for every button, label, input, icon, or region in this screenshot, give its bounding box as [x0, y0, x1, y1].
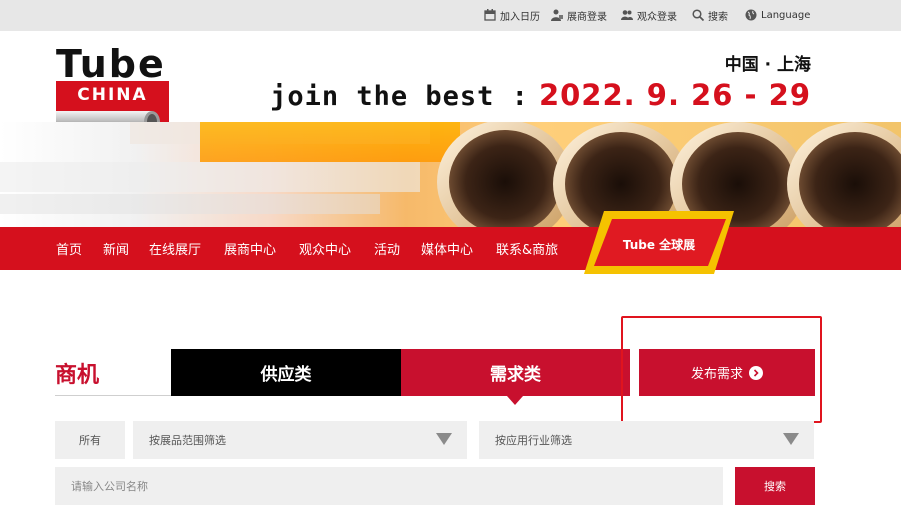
visitor-users-icon [621, 10, 633, 20]
calendar-label: 加入日历 [500, 11, 540, 23]
caret-down-icon [783, 433, 799, 445]
exhibitor-user-icon [551, 9, 563, 21]
publish-demand-button[interactable]: 发布需求 [639, 349, 815, 396]
tube-global-tab[interactable]: Tube 全球展 [584, 211, 734, 274]
slogan-text: join the best : [270, 81, 529, 112]
event-dates: 2022. 9. 26 - 29 [538, 78, 811, 112]
visitor-login-link[interactable]: 观众登录 [621, 7, 677, 23]
search-icon [692, 9, 704, 21]
language-label: Language [761, 9, 811, 21]
visitor-login-label: 观众登录 [637, 11, 677, 23]
slogan-row: join the best : 2022. 9. 26 - 29 [270, 78, 811, 112]
nav-item-media-center[interactable]: 媒体中心 [421, 239, 473, 258]
top-utility-bar: 加入日历 展商登录 观众登录 搜索 Language [0, 0, 901, 31]
event-location: 中国 · 上海 [724, 55, 811, 75]
product-scope-select[interactable]: 按展品范围筛选 [133, 421, 467, 459]
exhibitor-login-label: 展商登录 [567, 11, 607, 23]
add-to-calendar-link[interactable]: 加入日历 [484, 7, 540, 23]
nav-item-online-hall[interactable]: 在线展厅 [149, 239, 201, 258]
nav-item-news[interactable]: 新闻 [103, 239, 129, 258]
arrow-right-circle-icon [749, 365, 763, 380]
logo-wordmark-tube: Tube [56, 42, 166, 86]
filter-all[interactable]: 所有 [55, 421, 125, 459]
nav-item-contact-travel[interactable]: 联系&商旅 [496, 239, 558, 258]
globe-icon [745, 9, 757, 21]
tab-demand[interactable]: 需求类 [401, 349, 630, 396]
search-button[interactable]: 搜索 [735, 467, 815, 505]
calendar-icon [484, 9, 496, 21]
main-navigation: 首页 新闻 在线展厅 展商中心 观众中心 活动 媒体中心 联系&商旅 [0, 227, 901, 270]
product-scope-placeholder: 按展品范围筛选 [149, 434, 226, 447]
tab-supply[interactable]: 供应类 [171, 349, 401, 396]
hero-banner-pipes [0, 122, 901, 228]
filter-all-label: 所有 [79, 434, 101, 447]
exhibitor-login-link[interactable]: 展商登录 [551, 7, 607, 23]
industry-placeholder: 按应用行业筛选 [495, 434, 572, 447]
active-tab-pointer [507, 396, 523, 405]
company-name-input[interactable] [55, 467, 723, 505]
nav-item-events[interactable]: 活动 [374, 239, 400, 258]
nav-item-home[interactable]: 首页 [56, 239, 82, 258]
global-tab-label: Tube 全球展 [622, 238, 696, 252]
nav-item-exhibitor-center[interactable]: 展商中心 [224, 239, 276, 258]
nav-item-visitor-center[interactable]: 观众中心 [299, 239, 351, 258]
section-title: 商机 [55, 363, 100, 388]
page-root: 加入日历 展商登录 观众登录 搜索 Language Tube CHINA 中国… [0, 0, 901, 532]
search-label: 搜索 [708, 11, 728, 23]
search-link[interactable]: 搜索 [692, 7, 728, 23]
publish-demand-label: 发布需求 [690, 367, 743, 382]
logo-wordmark-china: CHINA [77, 85, 148, 105]
industry-select[interactable]: 按应用行业筛选 [479, 421, 814, 459]
language-link[interactable]: Language [745, 7, 810, 23]
caret-down-icon [436, 433, 452, 445]
